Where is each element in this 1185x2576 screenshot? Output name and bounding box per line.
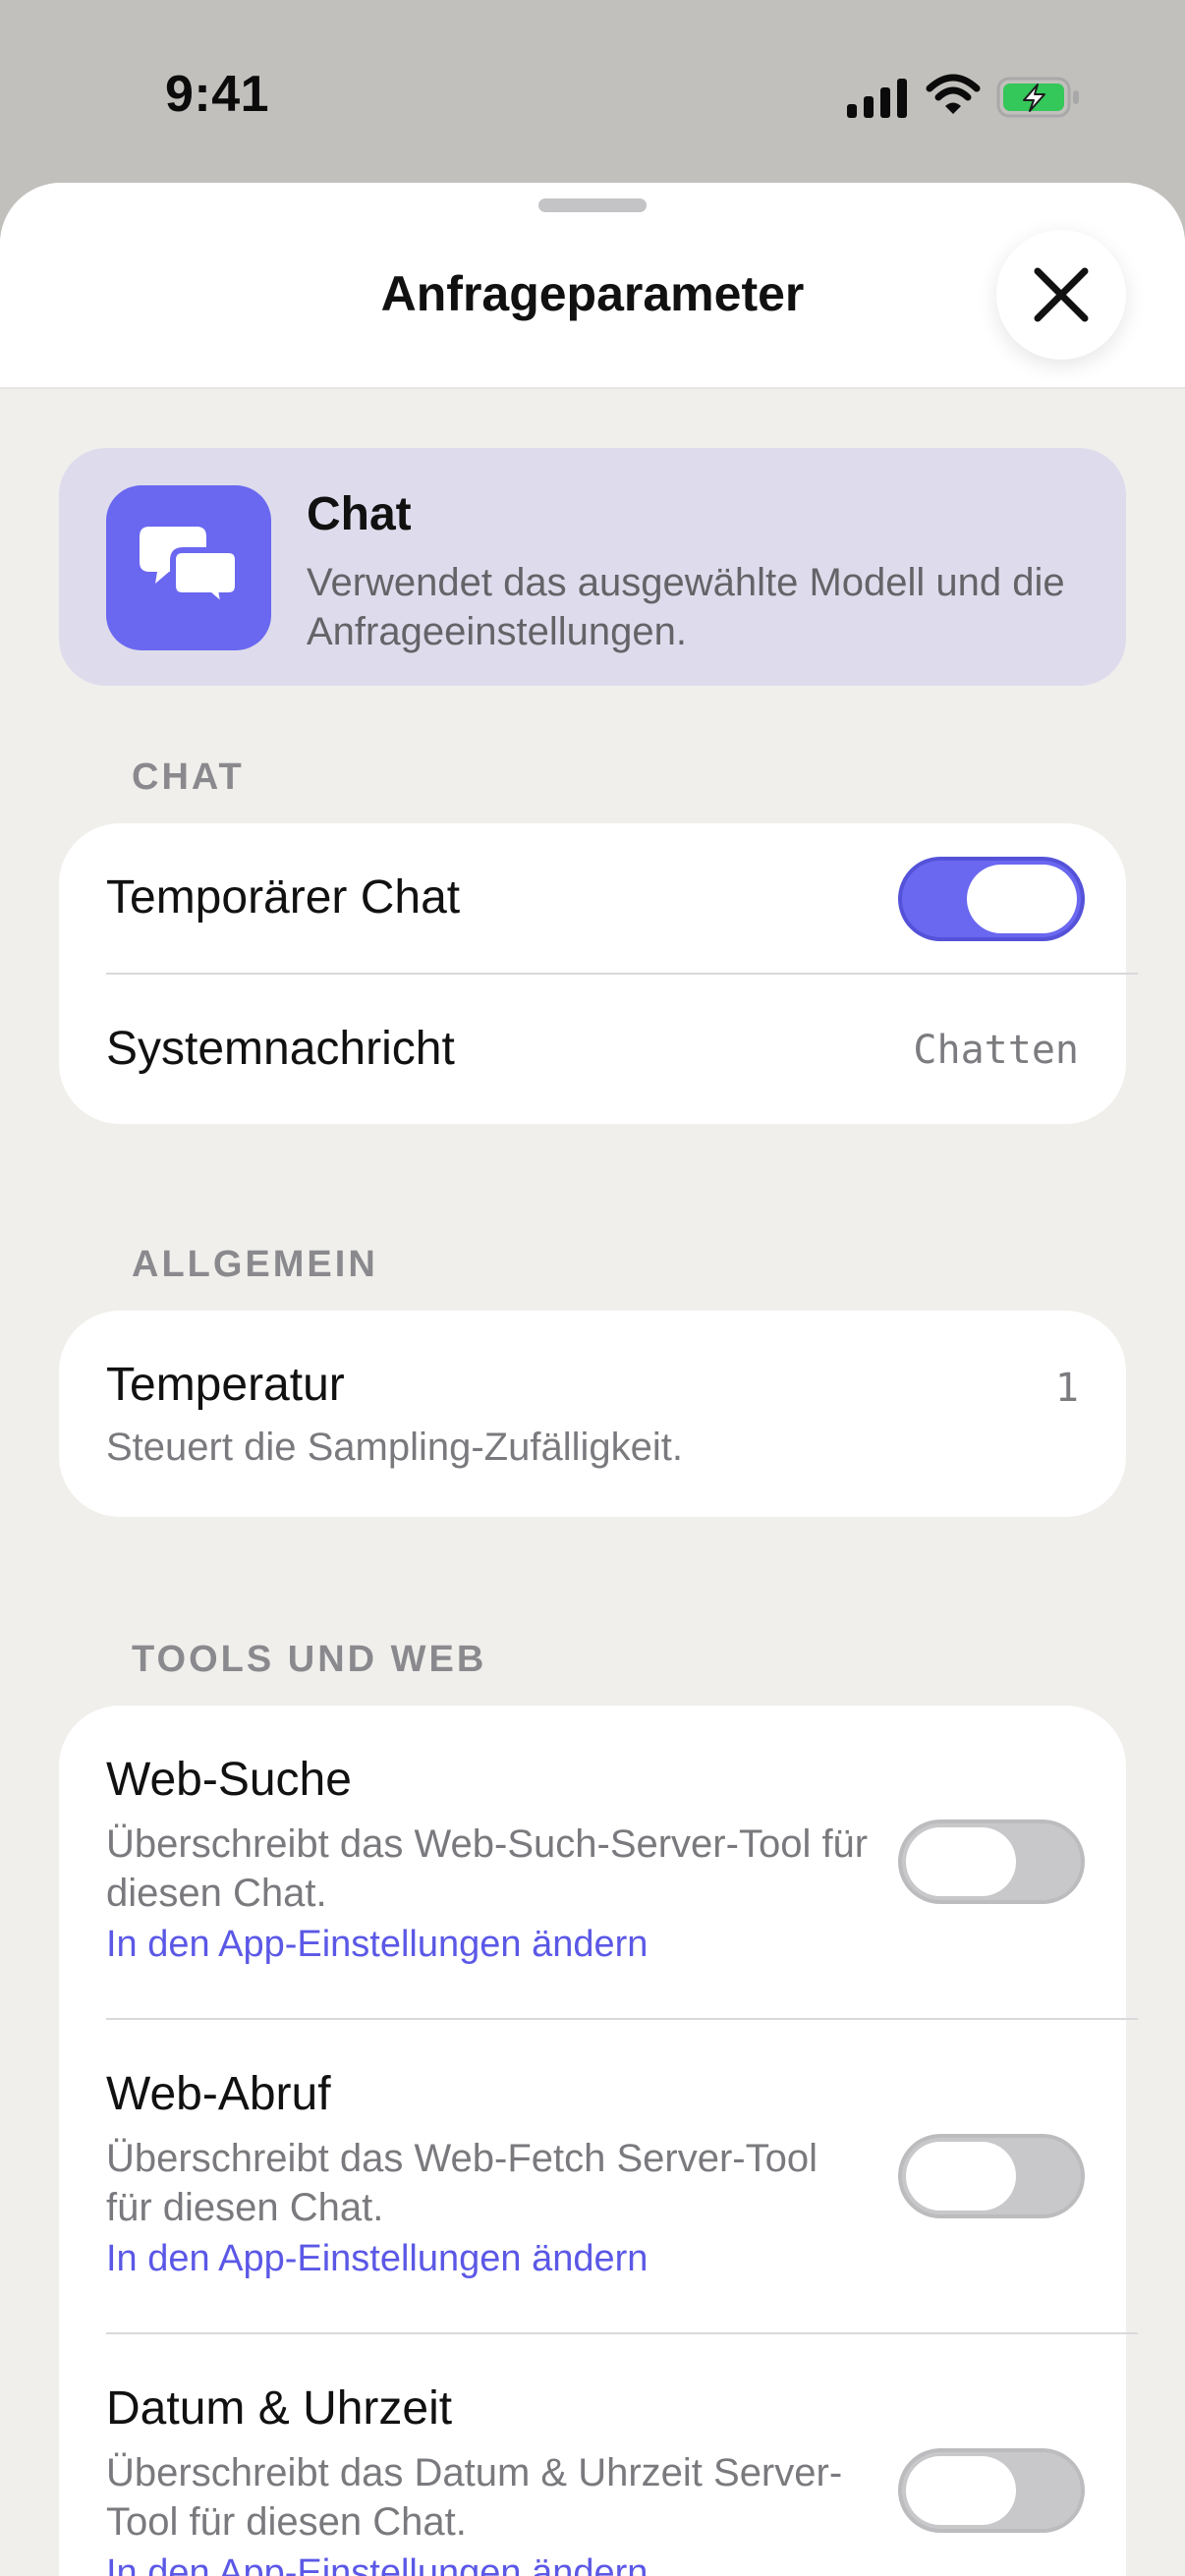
mode-title: Chat: [307, 488, 412, 540]
temporary-chat-label: Temporärer Chat: [106, 871, 461, 924]
web-search-label: Web-Suche: [106, 1754, 352, 1806]
tools-settings-group: Web-Suche Überschreibt das Web-Such-Serv…: [59, 1706, 1138, 2576]
toggle-knob: [967, 865, 1077, 933]
close-button[interactable]: [996, 230, 1126, 360]
cellular-signal-icon: [847, 79, 908, 123]
section-header-chat: CHAT: [132, 756, 245, 798]
toggle-knob: [906, 2142, 1016, 2211]
temperature-value: 1: [1054, 1366, 1079, 1411]
date-time-label: Datum & Uhrzeit: [106, 2382, 453, 2435]
web-fetch-row: Web-Abruf Überschreibt das Web-Fetch Ser…: [59, 2020, 1126, 2332]
sheet-grabber[interactable]: [538, 198, 647, 212]
date-time-toggle[interactable]: [898, 2448, 1085, 2533]
mode-description: Verwendet das ausgewählte Modell und die…: [307, 561, 1065, 653]
temporary-chat-toggle[interactable]: [898, 857, 1085, 941]
temperature-row[interactable]: Temperatur Steuert die Sampling-Zufällig…: [59, 1311, 1126, 1517]
mode-banner: Chat Verwendet das ausgewählte Modell un…: [59, 448, 1126, 686]
web-search-toggle[interactable]: [898, 1820, 1085, 1904]
system-message-row[interactable]: Systemnachricht Chatten: [59, 975, 1126, 1124]
web-fetch-description: Überschreibt das Web-Fetch Server-Tool f…: [106, 2137, 818, 2229]
chat-bubbles-icon: [140, 527, 238, 613]
system-message-label: Systemnachricht: [106, 1023, 455, 1075]
web-search-settings-link[interactable]: In den App-Einstellungen ändern: [106, 1924, 648, 1966]
web-fetch-settings-link[interactable]: In den App-Einstellungen ändern: [106, 2238, 648, 2280]
temporary-chat-row[interactable]: Temporärer Chat: [59, 823, 1126, 973]
toggle-knob: [906, 1827, 1016, 1896]
web-fetch-toggle[interactable]: [898, 2134, 1085, 2218]
section-header-tools: TOOLS UND WEB: [132, 1639, 487, 1680]
web-search-description: Überschreibt das Web-Such-Server-Tool fü…: [106, 1822, 869, 1915]
chat-settings-group: Temporärer Chat Systemnachricht Chatten: [59, 823, 1138, 1124]
date-time-settings-link[interactable]: In den App-Einstellungen ändern: [106, 2552, 648, 2576]
status-time: 9:41: [165, 66, 270, 123]
system-message-value: Chatten: [913, 1028, 1079, 1073]
sheet-header: Anfrageparameter: [0, 183, 1185, 389]
close-icon: [1034, 267, 1089, 322]
section-header-general: ALLGEMEIN: [132, 1244, 378, 1285]
web-fetch-label: Web-Abruf: [106, 2068, 331, 2120]
general-settings-group: Temperatur Steuert die Sampling-Zufällig…: [59, 1311, 1126, 1517]
web-search-row: Web-Suche Überschreibt das Web-Such-Serv…: [59, 1706, 1126, 2018]
temperature-label: Temperatur: [106, 1359, 345, 1411]
mode-icon-tile: [106, 485, 271, 650]
date-time-row: Datum & Uhrzeit Überschreibt das Datum &…: [59, 2334, 1126, 2576]
wifi-icon: [926, 73, 981, 121]
status-bar: 9:41: [0, 0, 1185, 183]
toggle-knob: [906, 2456, 1016, 2525]
date-time-description: Überschreibt das Datum & Uhrzeit Server-…: [106, 2451, 843, 2544]
battery-charging-icon: [996, 77, 1081, 123]
request-parameters-sheet: Anfrageparameter Chat Verwendet das ausg…: [0, 183, 1185, 2576]
temperature-description: Steuert die Sampling-Zufälligkeit.: [106, 1426, 683, 1469]
